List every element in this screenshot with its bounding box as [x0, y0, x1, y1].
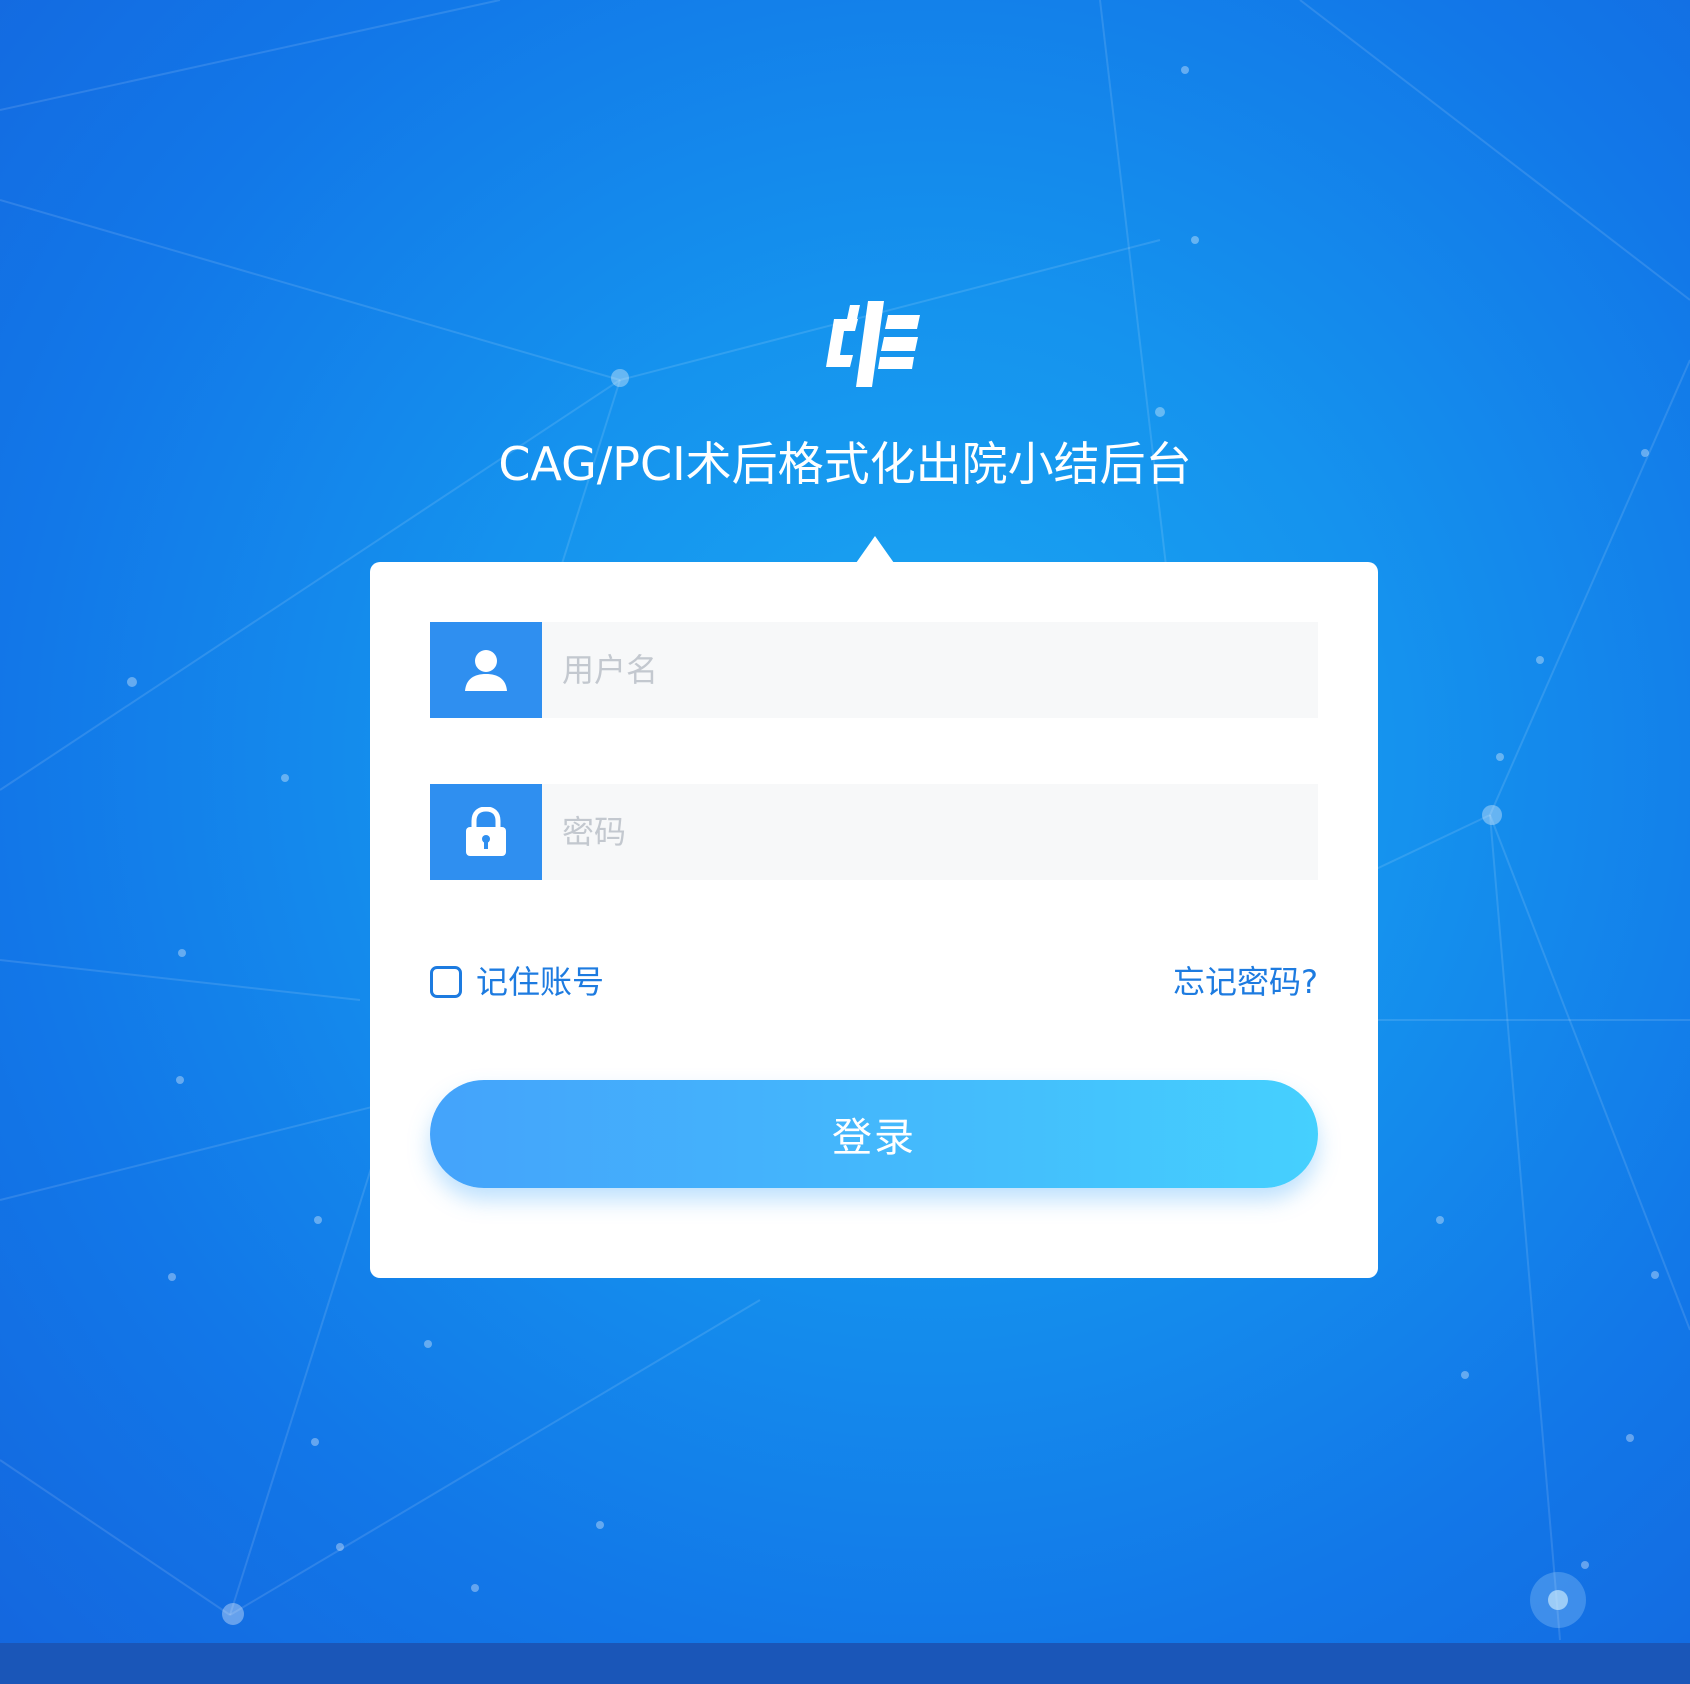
password-field: [430, 784, 1318, 880]
card-pointer: [856, 536, 894, 563]
username-field: [430, 622, 1318, 718]
page-title: CAG/PCI术后格式化出院小结后台: [498, 437, 1192, 491]
user-icon: [430, 622, 542, 718]
password-input[interactable]: [542, 784, 1318, 880]
username-input[interactable]: [542, 622, 1318, 718]
lock-icon: [430, 784, 542, 880]
footer-bar: [0, 1643, 1690, 1684]
remember-account-checkbox[interactable]: 记住账号: [430, 960, 604, 1004]
login-card: 记住账号 忘记密码? 登录: [370, 562, 1378, 1278]
medical-cross-logo-icon: [826, 301, 920, 387]
remember-account-label: 记住账号: [476, 963, 605, 1001]
checkbox-box[interactable]: [430, 966, 462, 998]
login-button[interactable]: 登录: [430, 1080, 1318, 1188]
login-options: 记住账号 忘记密码?: [430, 960, 1318, 1004]
forgot-password-link[interactable]: 忘记密码?: [1173, 960, 1318, 1004]
